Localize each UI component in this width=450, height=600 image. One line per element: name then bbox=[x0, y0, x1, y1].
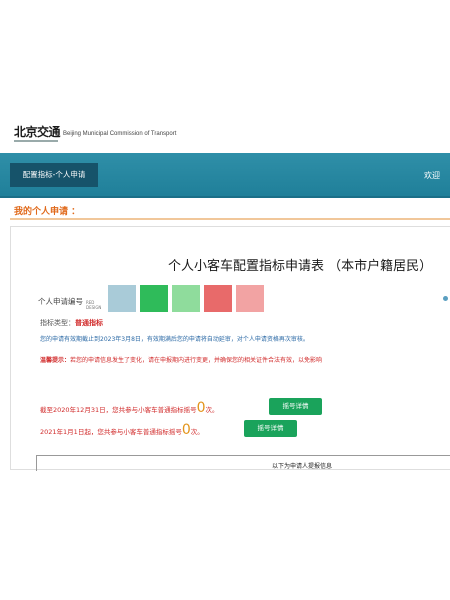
lottery-count-2021-suffix: 次。 bbox=[190, 428, 204, 436]
indicator-type-label: 指标类型： bbox=[40, 319, 75, 327]
warning-notice: 温馨提示：若您的申请信息发生了变化，请在申报期内进行变更，并确保您的相关证件合法… bbox=[40, 355, 322, 364]
redaction-block-2 bbox=[140, 285, 168, 312]
lottery-count-2021-value: 0 bbox=[181, 422, 191, 438]
redaction-block-3 bbox=[172, 285, 200, 312]
tab-personal-application[interactable]: 配置指标-个人申请 bbox=[10, 163, 98, 187]
section-divider bbox=[10, 218, 450, 220]
lottery-count-2020: 截至2020年12月31日，您共参与小客车普通指标摇号0次。 bbox=[40, 400, 219, 416]
form-title: 个人小客车配置指标申请表 （本市户籍居民） bbox=[168, 259, 433, 274]
lottery-details-button-2020[interactable]: 摇号详情 bbox=[269, 398, 322, 415]
lottery-count-2020-prefix: 截至2020年12月31日，您共参与小客车普通指标摇号 bbox=[40, 406, 197, 414]
validity-notice: 您的申请有效期截止到2023年3月8日，有效期满后您的申请将自动延审，对个人申请… bbox=[40, 336, 309, 343]
commission-name: Beijing Municipal Commission of Transpor… bbox=[63, 131, 177, 137]
application-number-label: 个人申请编号 bbox=[38, 297, 83, 306]
lottery-count-2021: 2021年1月1日起，您共参与小客车普通指标摇号0次。 bbox=[40, 422, 204, 438]
redaction-block-5 bbox=[236, 285, 264, 312]
lottery-count-2020-suffix: 次。 bbox=[205, 406, 219, 414]
warning-label: 温馨提示： bbox=[40, 357, 71, 364]
indicator-type-value: 普通指标 bbox=[75, 319, 103, 327]
logo-underline bbox=[14, 140, 58, 142]
warning-text: 若您的申请信息发生了变化，请在申报期内进行变更，并确保您的相关证件合法有效，以免… bbox=[70, 357, 323, 364]
navbar-divider bbox=[0, 196, 450, 198]
applicant-info-box bbox=[36, 455, 450, 471]
design-tag: RED DESIGN bbox=[86, 300, 101, 310]
redaction-block-1 bbox=[108, 285, 136, 312]
info-dot-icon bbox=[443, 296, 448, 301]
design-tag-line2: DESIGN bbox=[86, 305, 102, 310]
welcome-text: 欢迎 bbox=[424, 171, 440, 180]
indicator-type-row: 指标类型：普通指标 bbox=[40, 318, 103, 328]
applicant-info-heading: 以下为申请人提报信息 bbox=[272, 463, 333, 470]
lottery-count-2021-prefix: 2021年1月1日起，您共参与小客车普通指标摇号 bbox=[40, 428, 182, 436]
lottery-details-button-2021[interactable]: 摇号详情 bbox=[244, 420, 297, 437]
section-title: 我的个人申请 ： bbox=[14, 207, 81, 217]
redaction-block-4 bbox=[204, 285, 232, 312]
logo-text: 北京交通 bbox=[14, 125, 61, 139]
lottery-count-2020-value: 0 bbox=[196, 400, 206, 416]
beijing-transport-logo: 北京交通 bbox=[14, 125, 61, 145]
